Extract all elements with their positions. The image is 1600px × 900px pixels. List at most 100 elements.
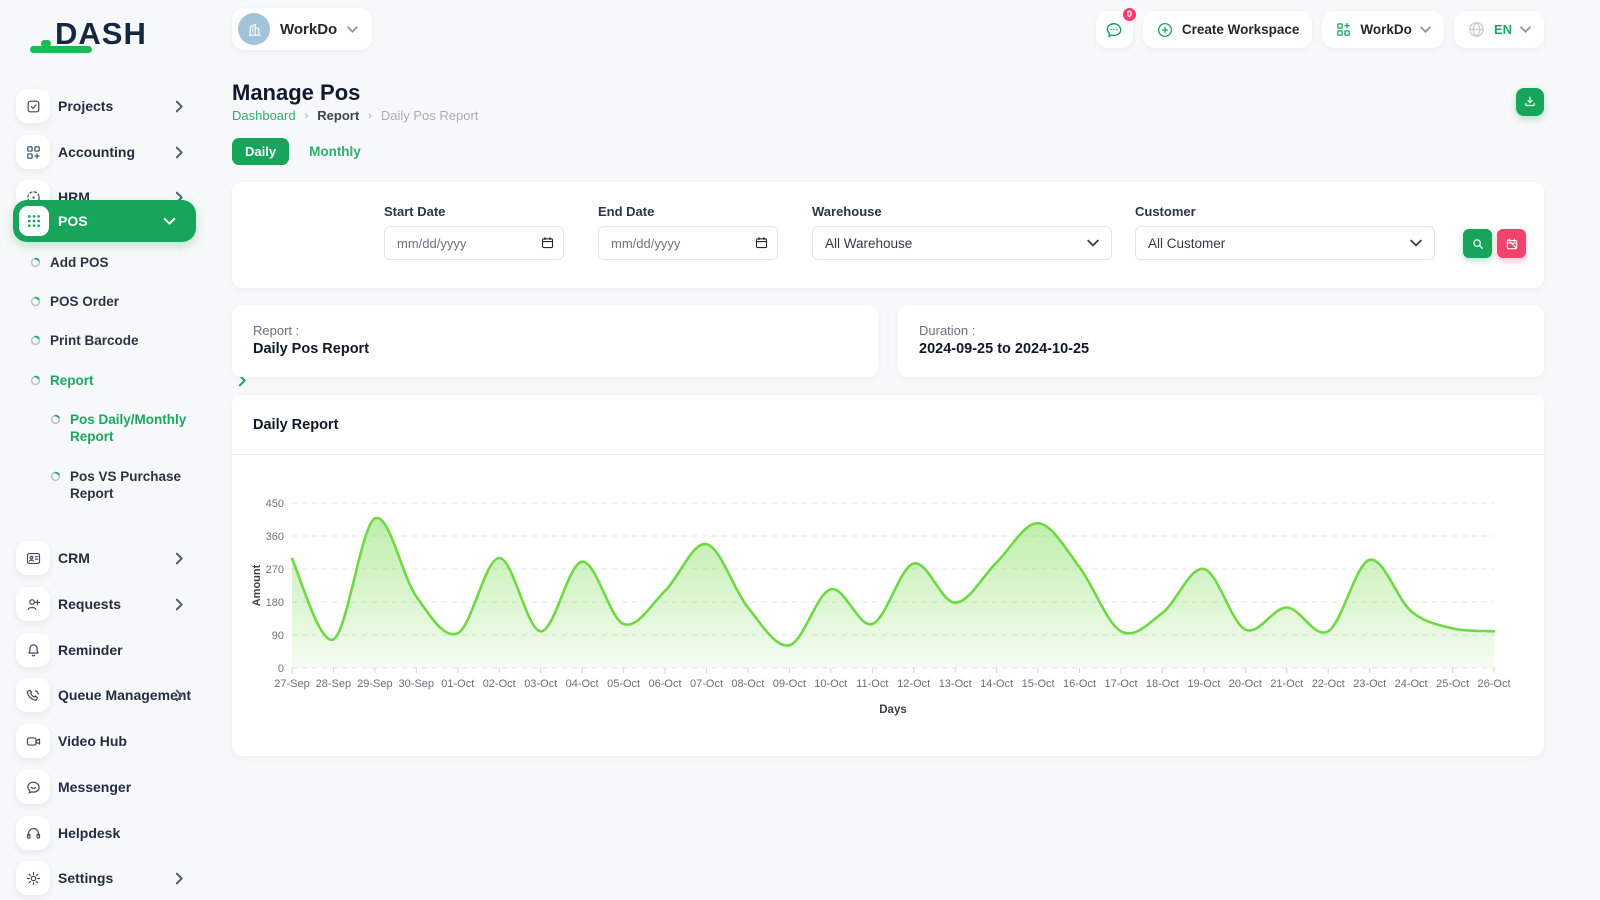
sidebar-item-helpdesk[interactable]: Helpdesk — [0, 811, 210, 855]
filter-panel: Start Date End Date Warehouse All Wareho… — [232, 182, 1544, 288]
sidebar-item-accounting[interactable]: Accounting — [0, 130, 210, 174]
sidebar-item-video-hub[interactable]: Video Hub — [0, 719, 210, 763]
sidebar-item-print-barcode[interactable]: Print Barcode — [30, 332, 200, 349]
workspace-switcher[interactable]: WorkDo — [232, 8, 372, 50]
workspace-avatar — [238, 13, 270, 45]
queue-management-icon — [16, 678, 50, 712]
projects-icon — [16, 89, 50, 123]
svg-text:14-Oct: 14-Oct — [980, 678, 1013, 690]
breadcrumb-separator: › — [368, 110, 372, 122]
svg-text:06-Oct: 06-Oct — [648, 678, 681, 690]
workspace-label: WorkDo — [280, 21, 337, 38]
customer-select[interactable]: All Customer — [1135, 226, 1435, 260]
customer-value: All Customer — [1148, 236, 1225, 251]
chat-bubble-icon — [1104, 20, 1124, 40]
messenger-icon — [16, 770, 50, 804]
svg-text:28-Sep: 28-Sep — [316, 678, 351, 690]
chevron-right-icon — [175, 872, 184, 885]
language-value: EN — [1494, 22, 1512, 37]
svg-text:0: 0 — [278, 663, 284, 675]
plus-circle-icon — [1156, 21, 1174, 39]
start-date-label: Start Date — [384, 204, 445, 219]
svg-text:22-Oct: 22-Oct — [1312, 678, 1345, 690]
pos-icon — [19, 206, 49, 236]
svg-text:90: 90 — [272, 630, 284, 642]
sidebar-item-crm[interactable]: CRM — [0, 536, 210, 580]
svg-text:16-Oct: 16-Oct — [1063, 678, 1096, 690]
settings-icon — [16, 861, 50, 895]
sidebar-item-report[interactable]: Report — [30, 372, 247, 392]
tab-daily[interactable]: Daily — [232, 138, 289, 165]
breadcrumb-report[interactable]: Report — [317, 108, 359, 123]
reminder-icon — [16, 633, 50, 667]
download-report-button[interactable] — [1516, 88, 1544, 116]
svg-text:25-Oct: 25-Oct — [1436, 678, 1469, 690]
sidebar-item-messenger[interactable]: Messenger — [0, 765, 210, 809]
account-menu-button[interactable]: WorkDo — [1322, 11, 1444, 48]
end-date-input[interactable] — [598, 226, 778, 260]
accounting-icon — [16, 135, 50, 169]
messages-button[interactable]: 0 — [1096, 11, 1133, 48]
chevron-down-icon — [1410, 239, 1422, 247]
chevron-right-icon — [175, 552, 184, 565]
create-workspace-label: Create Workspace — [1182, 22, 1300, 37]
warehouse-select[interactable]: All Warehouse — [812, 226, 1112, 260]
svg-text:09-Oct: 09-Oct — [773, 678, 806, 690]
crm-icon — [16, 541, 50, 575]
search-button[interactable] — [1463, 229, 1492, 258]
chevron-right-icon — [175, 146, 184, 159]
sidebar-item-pos-vs-purchase-report[interactable]: Pos VS Purchase Report — [50, 468, 200, 502]
logo-text: DASH — [55, 18, 147, 49]
video-hub-icon — [16, 724, 50, 758]
sidebar-item-reminder[interactable]: Reminder — [0, 628, 210, 672]
daily-report-chart: 09018027036045027-Sep28-Sep29-Sep30-Sep0… — [248, 467, 1528, 729]
requests-icon — [16, 587, 50, 621]
report-summary-card: Report : Daily Pos Report — [232, 305, 878, 377]
daily-report-card: Daily Report 09018027036045027-Sep28-Sep… — [232, 395, 1544, 756]
calendar-off-icon — [1505, 237, 1519, 251]
svg-text:04-Oct: 04-Oct — [566, 678, 599, 690]
sidebar-item-pos-daily-monthly-report[interactable]: Pos Daily/Monthly Report — [50, 411, 200, 445]
svg-text:20-Oct: 20-Oct — [1229, 678, 1262, 690]
svg-text:21-Oct: 21-Oct — [1270, 678, 1303, 690]
sidebar-item-pos[interactable]: POS — [13, 200, 196, 242]
end-date-label: End Date — [598, 204, 654, 219]
sidebar-item-add-pos[interactable]: Add POS — [30, 254, 200, 271]
svg-text:03-Oct: 03-Oct — [524, 678, 557, 690]
helpdesk-icon — [16, 816, 50, 850]
svg-text:29-Sep: 29-Sep — [357, 678, 392, 690]
sidebar-item-projects[interactable]: Projects — [0, 84, 210, 128]
grid-plus-icon — [1335, 21, 1352, 38]
chevron-down-icon — [1520, 26, 1531, 33]
sidebar-item-requests[interactable]: Requests — [0, 582, 210, 626]
reset-filter-button[interactable] — [1497, 229, 1526, 258]
duration-value: 2024-09-25 to 2024-10-25 — [919, 341, 1523, 357]
topbar-actions: 0 Create Workspace WorkDo EN — [1096, 11, 1544, 48]
download-icon — [1523, 95, 1537, 109]
svg-text:180: 180 — [266, 597, 284, 609]
create-workspace-button[interactable]: Create Workspace — [1143, 11, 1313, 48]
svg-text:26-Oct: 26-Oct — [1477, 678, 1510, 690]
chevron-down-icon — [347, 26, 358, 33]
svg-text:13-Oct: 13-Oct — [939, 678, 972, 690]
svg-text:07-Oct: 07-Oct — [690, 678, 723, 690]
report-label: Report : — [253, 323, 857, 338]
sidebar-item-pos-order[interactable]: POS Order — [30, 293, 200, 310]
globe-icon — [1467, 20, 1486, 39]
start-date-input[interactable] — [384, 226, 564, 260]
breadcrumb: Dashboard › Report › Daily Pos Report — [232, 108, 478, 123]
svg-text:18-Oct: 18-Oct — [1146, 678, 1179, 690]
svg-text:450: 450 — [266, 498, 284, 510]
svg-text:Amount: Amount — [251, 564, 263, 606]
sidebar: Projects Accounting HRM POS CRM Requests… — [0, 58, 210, 900]
chevron-down-icon — [1420, 26, 1431, 33]
chevron-right-icon — [175, 100, 184, 113]
breadcrumb-dashboard[interactable]: Dashboard — [232, 108, 296, 123]
svg-text:Days: Days — [879, 704, 907, 716]
sidebar-item-settings[interactable]: Settings — [0, 856, 210, 900]
chart-title: Daily Report — [253, 417, 338, 433]
report-period-tabs: Daily Monthly — [232, 138, 361, 165]
tab-monthly[interactable]: Monthly — [309, 144, 361, 159]
language-selector[interactable]: EN — [1454, 11, 1544, 48]
sidebar-item-queue-management[interactable]: Queue Management — [0, 673, 210, 717]
